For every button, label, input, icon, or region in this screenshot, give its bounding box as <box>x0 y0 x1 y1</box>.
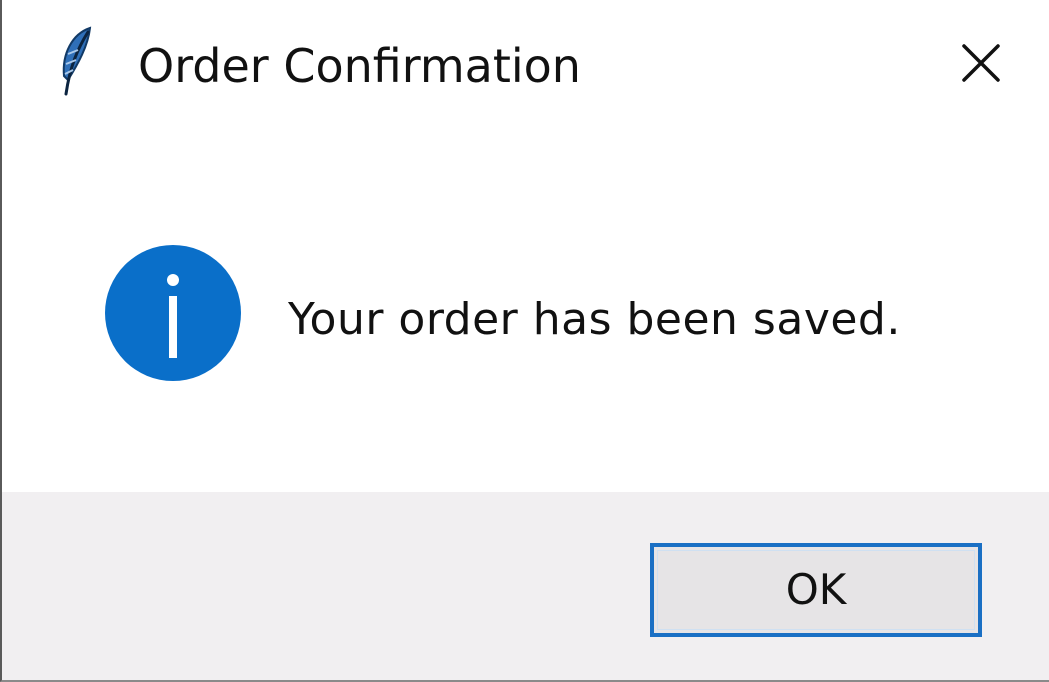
dialog-content: Your order has been saved. <box>2 140 1049 492</box>
info-icon <box>104 244 242 382</box>
feather-icon <box>54 24 98 100</box>
message-dialog: Order Confirmation Your order has been s… <box>0 0 1049 682</box>
dialog-footer: OK <box>2 492 1049 680</box>
close-icon <box>961 43 1001 87</box>
close-button[interactable] <box>933 22 1029 108</box>
window-title: Order Confirmation <box>138 39 581 93</box>
title-bar[interactable]: Order Confirmation <box>2 0 1049 140</box>
ok-button-label: OK <box>785 565 847 614</box>
ok-button[interactable]: OK <box>650 543 982 637</box>
dialog-message: Your order has been saved. <box>288 294 901 345</box>
